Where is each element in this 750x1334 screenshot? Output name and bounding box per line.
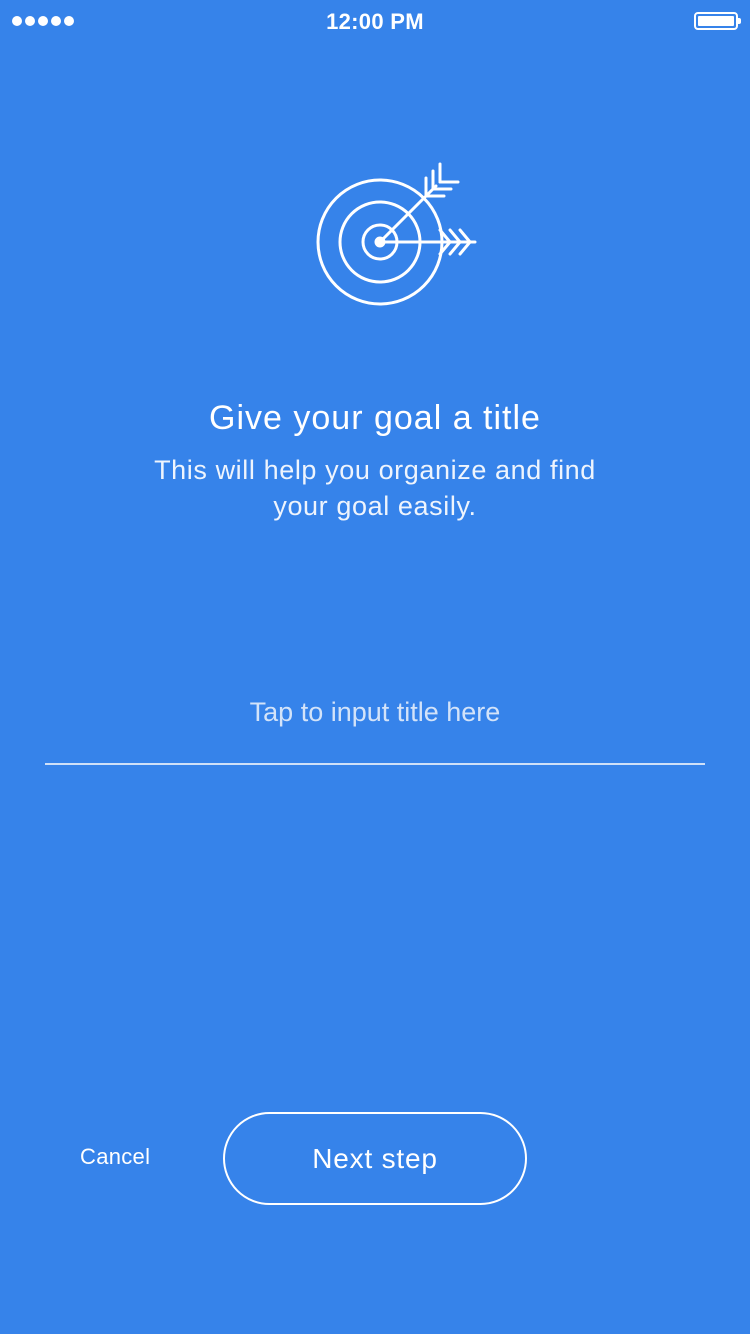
next-step-button[interactable]: Next step <box>223 1112 527 1205</box>
battery-icon <box>694 12 741 30</box>
page-title: Give your goal a title <box>209 398 541 437</box>
next-step-label: Next step <box>312 1142 438 1174</box>
status-time: 12:00 PM <box>326 9 424 34</box>
cancel-button[interactable]: Cancel <box>80 1144 150 1170</box>
status-bar: 12:00 PM <box>0 0 750 44</box>
goal-title-input[interactable] <box>45 680 705 744</box>
target-arrow-icon <box>316 162 477 306</box>
page-subtitle: This will help you organize and find you… <box>154 455 596 521</box>
input-underline <box>45 763 705 765</box>
